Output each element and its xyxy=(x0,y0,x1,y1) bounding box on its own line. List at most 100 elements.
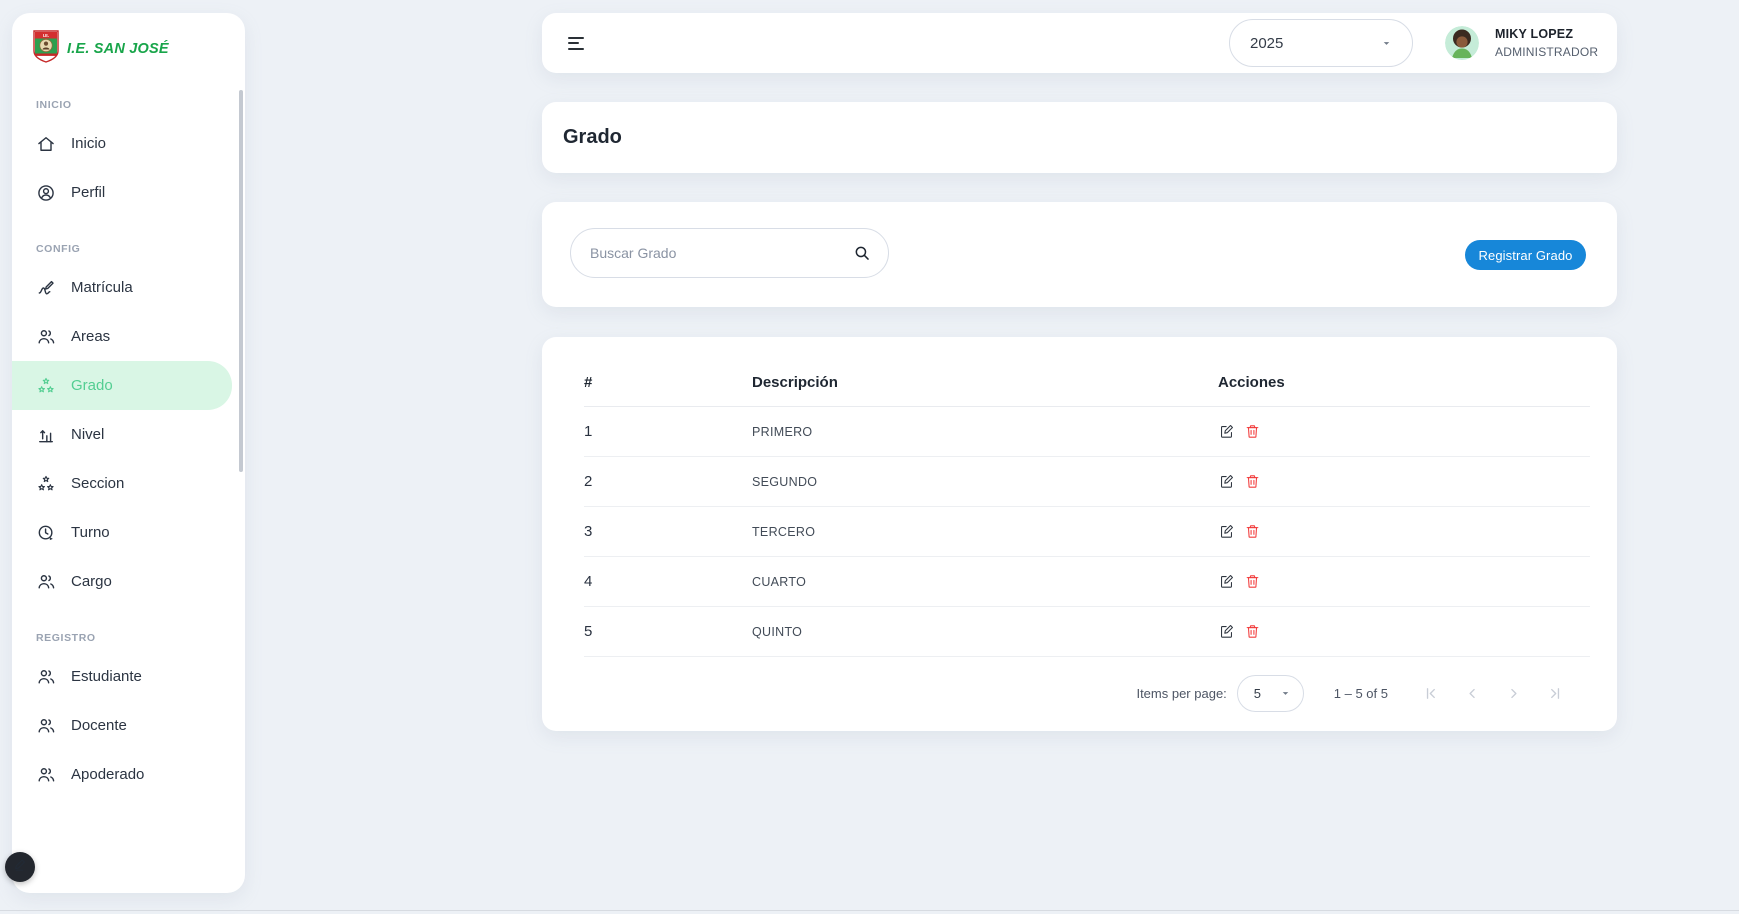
people-group-icon xyxy=(36,572,56,592)
sidebar-item-inicio[interactable]: Inicio xyxy=(12,119,245,168)
hamburger-menu-icon[interactable] xyxy=(568,37,586,50)
school-crest-icon: I.E. xyxy=(33,30,59,68)
row-number-cell: 3 xyxy=(584,523,752,540)
first-page-icon[interactable] xyxy=(1422,684,1441,703)
sidebar-item-label: Nivel xyxy=(71,426,104,443)
trash-icon[interactable] xyxy=(1244,523,1261,540)
sidebar-item-label: Estudiante xyxy=(71,668,142,685)
people-group-icon xyxy=(36,716,56,736)
page-title-card: Grado xyxy=(542,102,1617,173)
sidebar-item-label: Matrícula xyxy=(71,279,133,296)
page-title: Grado xyxy=(563,126,622,149)
sidebar: I.E. I.E. SAN JOSÉ INICIO Inicio Perfil … xyxy=(12,13,245,893)
trash-icon[interactable] xyxy=(1244,473,1261,490)
table-row: 3 TERCERO xyxy=(584,507,1590,557)
people-group-icon xyxy=(36,327,56,347)
row-descripcion-cell: TERCERO xyxy=(752,525,1218,539)
sidebar-section-config: CONFIG Matrícula Areas Grado Nivel Secci… xyxy=(12,243,245,606)
column-header-descripcion: Descripción xyxy=(752,374,1218,391)
table-row: 5 QUINTO xyxy=(584,607,1590,657)
sidebar-item-turno[interactable]: Turno xyxy=(12,508,245,557)
sidebar-item-estudiante[interactable]: Estudiante xyxy=(12,652,245,701)
edit-fab-button[interactable] xyxy=(5,852,35,882)
column-header-num: # xyxy=(584,374,752,391)
sidebar-item-grado[interactable]: Grado xyxy=(12,361,232,410)
next-page-icon[interactable] xyxy=(1504,684,1523,703)
user-circle-icon xyxy=(36,183,56,203)
user-menu[interactable]: MIKY LOPEZ ADMINISTRADOR xyxy=(1445,26,1598,60)
row-number-cell: 2 xyxy=(584,473,752,490)
row-number-cell: 1 xyxy=(584,423,752,440)
row-descripcion-cell: SEGUNDO xyxy=(752,475,1218,489)
previous-page-icon[interactable] xyxy=(1463,684,1482,703)
row-number-cell: 4 xyxy=(584,573,752,590)
sidebar-item-label: Cargo xyxy=(71,573,112,590)
search-field xyxy=(570,228,889,278)
trash-icon[interactable] xyxy=(1244,423,1261,440)
app-logo: I.E. I.E. SAN JOSÉ xyxy=(12,13,245,85)
pagination-nav xyxy=(1422,684,1564,703)
sidebar-item-label: Areas xyxy=(71,328,110,345)
sidebar-item-matricula[interactable]: Matrícula xyxy=(12,263,245,312)
edit-icon[interactable] xyxy=(1218,423,1235,440)
column-header-acciones: Acciones xyxy=(1218,374,1590,391)
trash-icon[interactable] xyxy=(1244,623,1261,640)
sidebar-item-docente[interactable]: Docente xyxy=(12,701,245,750)
clock-icon xyxy=(36,523,56,543)
sidebar-item-label: Seccion xyxy=(71,475,124,492)
search-icon[interactable] xyxy=(853,244,872,263)
window-bottom-edge xyxy=(0,910,1739,911)
edit-icon[interactable] xyxy=(1218,523,1235,540)
sidebar-item-label: Inicio xyxy=(71,135,106,152)
sidebar-nav: INICIO Inicio Perfil CONFIG Matrícula Ar… xyxy=(12,99,245,799)
page-range-label: 1 – 5 of 5 xyxy=(1334,686,1388,701)
star-cluster-icon xyxy=(36,474,56,494)
table-header: # Descripción Acciones xyxy=(584,337,1590,407)
year-select-value: 2025 xyxy=(1250,35,1283,52)
sidebar-item-label: Apoderado xyxy=(71,766,144,783)
topbar: 2025 MIKY LOPEZ ADMINISTRAD xyxy=(542,13,1617,73)
sidebar-item-apoderado[interactable]: Apoderado xyxy=(12,750,245,799)
sidebar-item-label: Grado xyxy=(71,377,113,394)
people-group-icon xyxy=(36,765,56,785)
row-descripcion-cell: CUARTO xyxy=(752,575,1218,589)
sidebar-item-areas[interactable]: Areas xyxy=(12,312,245,361)
sidebar-item-seccion[interactable]: Seccion xyxy=(12,459,245,508)
table-body: 1 PRIMERO 2 SEGUNDO 3 TERCERO xyxy=(584,407,1590,657)
pencil-icon xyxy=(12,856,29,878)
search-card: Registrar Grado xyxy=(542,202,1617,307)
logo-text: I.E. SAN JOSÉ xyxy=(67,41,169,57)
sidebar-section-inicio: INICIO Inicio Perfil xyxy=(12,99,245,217)
paginator: Items per page: 5 1 – 5 of 5 xyxy=(584,657,1590,729)
user-role: ADMINISTRADOR xyxy=(1495,45,1598,59)
items-per-page-label: Items per page: xyxy=(1136,686,1226,701)
people-group-icon xyxy=(36,667,56,687)
sidebar-section-label: REGISTRO xyxy=(36,632,245,644)
sidebar-section-registro: REGISTRO Estudiante Docente Apoderado xyxy=(12,632,245,799)
row-number-cell: 5 xyxy=(584,623,752,640)
home-icon xyxy=(36,134,56,154)
sidebar-section-label: INICIO xyxy=(36,99,245,111)
sidebar-item-perfil[interactable]: Perfil xyxy=(12,168,245,217)
year-select[interactable]: 2025 xyxy=(1229,19,1413,67)
edit-icon[interactable] xyxy=(1218,473,1235,490)
sidebar-item-label: Docente xyxy=(71,717,127,734)
row-descripcion-cell: PRIMERO xyxy=(752,425,1218,439)
sidebar-section-label: CONFIG xyxy=(36,243,245,255)
last-page-icon[interactable] xyxy=(1545,684,1564,703)
edit-icon[interactable] xyxy=(1218,623,1235,640)
chart-arrow-icon xyxy=(36,425,56,445)
edit-icon[interactable] xyxy=(1218,573,1235,590)
sidebar-scrollbar[interactable] xyxy=(239,90,243,472)
sidebar-item-cargo[interactable]: Cargo xyxy=(12,557,245,606)
trash-icon[interactable] xyxy=(1244,573,1261,590)
table-row: 2 SEGUNDO xyxy=(584,457,1590,507)
grado-table-card: # Descripción Acciones 1 PRIMERO 2 SEGUN… xyxy=(542,337,1617,731)
sidebar-item-nivel[interactable]: Nivel xyxy=(12,410,245,459)
row-descripcion-cell: QUINTO xyxy=(752,625,1218,639)
chevron-down-icon xyxy=(1381,38,1392,49)
search-input[interactable] xyxy=(571,245,853,261)
page-size-select[interactable]: 5 xyxy=(1237,675,1304,712)
table-row: 1 PRIMERO xyxy=(584,407,1590,457)
register-grado-button[interactable]: Registrar Grado xyxy=(1465,240,1586,270)
